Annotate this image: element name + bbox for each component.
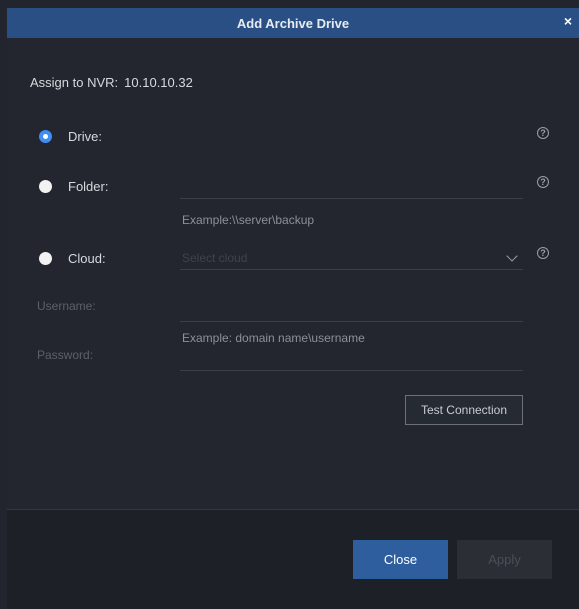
cloud-option[interactable]: Cloud: [39,251,106,266]
cloud-select-underline [180,269,523,270]
folder-example-hint: Example:\\server\backup [182,213,315,227]
password-input[interactable] [180,370,523,371]
folder-help-icon[interactable]: ? [537,176,549,188]
password-label: Password: [37,348,94,362]
cloud-help-icon[interactable]: ? [537,247,549,259]
username-label: Username: [37,299,96,313]
username-input[interactable] [180,321,523,322]
drive-label: Drive: [68,129,102,144]
folder-option[interactable]: Folder: [39,179,108,194]
test-connection-button[interactable]: Test Connection [405,395,523,425]
drive-radio[interactable] [39,130,52,143]
folder-label: Folder: [68,179,109,194]
dialog-body [7,38,579,509]
nvr-label: Assign to NVR: [30,75,119,90]
close-icon[interactable]: × [564,14,572,28]
nvr-value: 10.10.10.32 [124,75,193,90]
drive-help-icon[interactable]: ? [537,127,549,139]
cloud-select[interactable]: Select cloud [182,251,247,265]
dialog-title-bar: Add Archive Drive × [7,8,579,38]
drive-option[interactable]: Drive: [39,129,102,144]
dialog-title: Add Archive Drive [236,15,350,31]
cloud-label: Cloud: [68,251,106,266]
cloud-radio[interactable] [39,252,52,265]
nvr-assignment: Assign to NVR: 10.10.10.32 [30,75,193,90]
username-example-hint: Example: domain name\username [182,331,365,345]
close-button[interactable]: Close [353,540,448,579]
folder-radio[interactable] [39,180,52,193]
folder-path-input[interactable] [180,198,523,199]
apply-button: Apply [457,540,552,579]
add-archive-drive-dialog: Add Archive Drive × Assign to NVR: 10.10.… [0,0,579,609]
